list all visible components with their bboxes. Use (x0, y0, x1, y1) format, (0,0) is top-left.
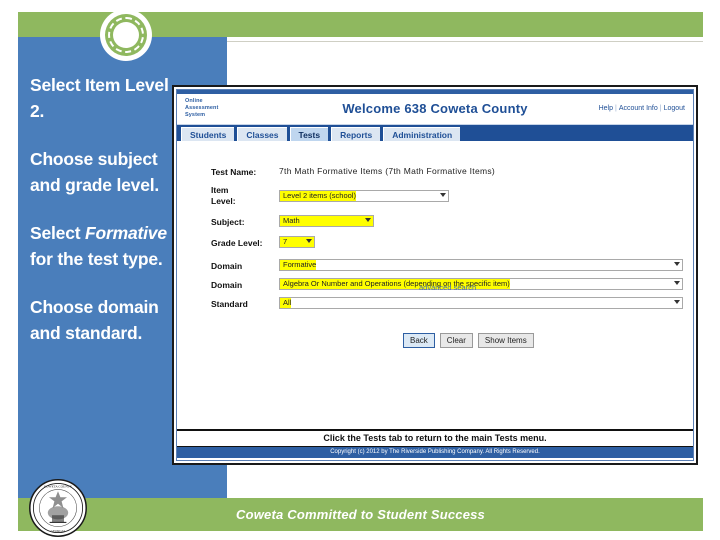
sidebar-instructions: Select Item Level 2. Choose subject and … (30, 72, 170, 368)
circle-inner-fill (113, 22, 139, 48)
slide-tagline: Coweta Committed to Student Success (236, 507, 485, 522)
item-search-form: Test Name: 7th Math Formative Items (7th… (211, 165, 683, 348)
back-button[interactable]: Back (403, 333, 435, 348)
item-level-label-line1: Item (211, 185, 229, 195)
item-level-label: Item Level: (211, 184, 279, 207)
instruction-step-3-after: for the test type. (30, 249, 163, 269)
tab-classes[interactable]: Classes (237, 127, 287, 142)
logout-link[interactable]: Logout (664, 105, 685, 112)
domain-type-label: Domain (211, 261, 243, 271)
advanced-search-link[interactable]: advanced search (419, 283, 476, 292)
test-name-value: 7th Math Formative Items (7th Math Forma… (279, 166, 496, 176)
header-links: Help | Account Info | Logout (599, 105, 685, 112)
tab-administration[interactable]: Administration (383, 127, 461, 142)
tab-tests[interactable]: Tests (289, 127, 329, 142)
field-row-item-level: Item Level: Level 2 items (school) (211, 184, 683, 207)
instruction-step-2: Choose subject and grade level. (30, 149, 160, 195)
field-row-subject: Subject: Math (211, 215, 683, 228)
item-level-label-line2: Level: (211, 196, 236, 206)
show-items-button[interactable]: Show Items (477, 333, 534, 348)
field-row-grade-level: Grade Level: 7 (211, 236, 683, 249)
instruction-step-3: Select Formative for the test type. (30, 220, 170, 272)
coweta-county-seal-icon: COWETA COUNTY GEORGIA (29, 479, 87, 537)
decorative-circle-icon (100, 9, 152, 61)
app-header: Online Assessment System Welcome 638 Cow… (177, 94, 693, 125)
field-row-test-name: Test Name: 7th Math Formative Items (7th… (211, 165, 683, 178)
chevron-down-icon (365, 218, 371, 222)
form-button-row: Back Clear Show Items (403, 333, 539, 348)
link-separator-1: | (615, 105, 617, 112)
app-tab-bar: Students Classes Tests Reports Administratio… (177, 125, 693, 142)
standard-label: Standard (211, 299, 248, 309)
app-copyright: Copyright (c) 2012 by The Riverside Publ… (177, 447, 693, 458)
chevron-down-icon (674, 262, 680, 266)
svg-text:GEORGIA: GEORGIA (51, 529, 66, 533)
instruction-step-3-before: Select (30, 223, 86, 243)
app-form-body: Test Name: 7th Math Formative Items (7th… (177, 141, 693, 429)
field-row-domain-type: Domain Formative (211, 259, 683, 272)
domain-select[interactable]: Algebra Or Number and Operations (depend… (279, 278, 683, 290)
account-info-link[interactable]: Account Info (619, 105, 658, 112)
tab-reports[interactable]: Reports (331, 127, 381, 142)
clear-button[interactable]: Clear (439, 333, 473, 348)
grade-level-label: Grade Level: (211, 238, 263, 248)
application-screenshot: Online Assessment System Welcome 638 Cow… (172, 85, 698, 465)
item-level-select[interactable]: Level 2 items (school) (279, 190, 449, 202)
slide-canvas: Select Item Level 2. Choose subject and … (0, 0, 720, 540)
link-separator-2: | (659, 105, 662, 112)
instruction-step-4: Choose domain and standard. (30, 297, 159, 343)
chevron-down-icon (306, 239, 312, 243)
field-row-standard: Standard All (211, 297, 683, 310)
grade-level-select[interactable]: 7 (279, 236, 315, 248)
chevron-down-icon (674, 300, 680, 304)
item-level-selected-value: Level 2 items (school) (280, 191, 356, 201)
instruction-step-1: Select Item Level 2. (30, 75, 169, 121)
instruction-step-3-emphasis: Formative (85, 223, 167, 243)
test-name-label: Test Name: (211, 167, 257, 177)
application-window: Online Assessment System Welcome 638 Cow… (176, 89, 694, 461)
domain-type-select[interactable]: Formative (279, 259, 683, 271)
subject-label: Subject: (211, 217, 245, 227)
subject-selected-value: Math (280, 216, 300, 226)
domain-type-selected-value: Formative (280, 260, 317, 270)
svg-text:COWETA COUNTY: COWETA COUNTY (44, 485, 73, 489)
tab-students[interactable]: Students (181, 127, 235, 142)
grade-level-selected-value: 7 (280, 237, 288, 247)
subject-select[interactable]: Math (279, 215, 374, 227)
standard-select[interactable]: All (279, 297, 683, 309)
chevron-down-icon (674, 281, 680, 285)
domain-label: Domain (211, 280, 243, 290)
app-footer-note: Click the Tests tab to return to the mai… (177, 429, 693, 447)
standard-selected-value: All (280, 298, 292, 308)
help-link[interactable]: Help (599, 105, 613, 112)
chevron-down-icon (440, 193, 446, 197)
